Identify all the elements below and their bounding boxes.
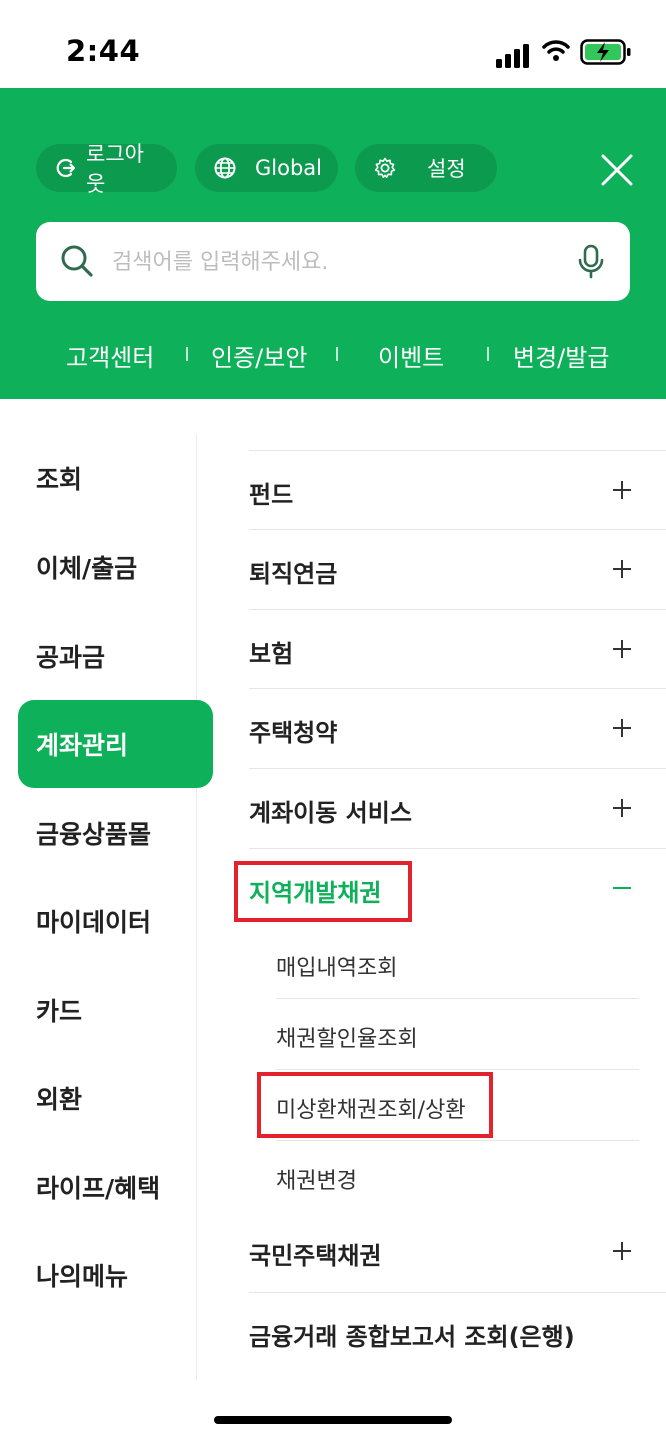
expand-plus-icon[interactable] [613,719,631,737]
status-time: 2:44 [66,34,141,68]
submenu-item-purchase-history[interactable]: 매입내역조회 [276,928,639,999]
settings-label: 설정 [427,157,466,181]
wifi-icon [542,40,570,61]
sidebar-item-life-benefits[interactable]: 라이프/혜택 [18,1143,213,1231]
menu-row-label: 퇴직연금 [249,560,338,588]
expand-plus-icon[interactable] [613,1242,631,1260]
menu-row-retirement-pension[interactable]: 퇴직연금 [249,529,666,608]
search-box[interactable] [36,222,630,301]
microphone-icon[interactable] [576,244,606,280]
sidebar-item-utility-bills[interactable]: 공과금 [18,612,213,700]
status-icons [496,38,632,68]
quick-link-divider [186,347,188,361]
status-bar: 2:44 [0,0,666,88]
quick-link-divider [336,347,338,361]
battery-charging-icon [580,39,631,65]
expand-plus-icon[interactable] [613,481,631,499]
category-sidebar: 조회 이체/출금 공과금 계좌관리 금융상품몰 마이데이터 카드 외환 라이프/… [0,434,213,1380]
menu-row-account-transfer-service[interactable]: 계좌이동 서비스 [249,768,666,847]
submenu-item-label: 채권변경 [276,1169,357,1194]
submenu-item-label: 미상환채권조회/상환 [276,1098,466,1123]
menu-row-regional-development-bond[interactable]: 지역개발채권 [249,848,666,927]
quick-link-divider [487,347,489,361]
global-button[interactable]: Global [195,144,338,192]
quick-link-event[interactable]: 이벤트 [378,338,444,373]
menu-row-label: 주택청약 [249,719,338,747]
quick-link-change-issue[interactable]: 변경/발급 [513,338,609,373]
collapse-minus-icon[interactable] [613,887,631,889]
signal-icon [496,38,532,68]
sidebar-item-inquiry[interactable]: 조회 [18,434,213,522]
settings-button[interactable]: 설정 [355,144,497,192]
menu-row-label: 지역개발채권 [249,879,382,907]
submenu-item-label: 채권할인율조회 [276,1027,418,1052]
search-input[interactable] [110,240,554,284]
global-label: Global [255,156,322,180]
search-icon [61,245,93,277]
globe-icon [214,157,236,179]
quick-links: 고객센터 인증/보안 이벤트 변경/발급 [0,328,666,378]
menu-row-label: 펀드 [249,481,294,509]
close-icon[interactable] [598,151,636,189]
sidebar-item-mydata[interactable]: 마이데이터 [18,877,213,965]
sidebar-item-account-management[interactable]: 계좌관리 [18,700,213,788]
menu-row-financial-report[interactable]: 금융거래 종합보고서 조회(은행) [249,1292,666,1371]
submenu-item-bond-change[interactable]: 채권변경 [276,1141,639,1212]
quick-link-customer-center[interactable]: 고객센터 [66,338,154,373]
expand-plus-icon[interactable] [613,560,631,578]
menu-row-label: 금융거래 종합보고서 조회(은행) [249,1323,575,1351]
submenu-item-label: 매입내역조회 [276,956,398,981]
home-indicator [214,1416,452,1424]
expand-plus-icon[interactable] [613,640,631,658]
submenu-item-unredeemed-bond-redemption[interactable]: 미상환채권조회/상환 [276,1070,639,1141]
menu-row-fund[interactable]: 펀드 [249,450,666,529]
expand-plus-icon[interactable] [613,799,631,817]
logout-button[interactable]: 로그아웃 [36,142,177,196]
sidebar-item-transfer[interactable]: 이체/출금 [18,523,213,611]
logout-label: 로그아웃 [86,142,144,196]
menu-row-insurance[interactable]: 보험 [249,609,666,688]
gear-icon [374,157,396,178]
sidebar-item-foreign-exchange[interactable]: 외환 [18,1054,213,1142]
quick-link-security[interactable]: 인증/보안 [211,338,307,373]
menu-row-housing-subscription[interactable]: 주택청약 [249,688,666,767]
menu-row-label: 국민주택채권 [249,1242,382,1270]
sidebar-item-my-menu[interactable]: 나의메뉴 [18,1231,213,1319]
sidebar-item-financial-products[interactable]: 금융상품몰 [18,789,213,877]
sidebar-item-card[interactable]: 카드 [18,966,213,1054]
menu-row-national-housing-bond[interactable]: 국민주택채권 [249,1212,666,1291]
menu-header: 로그아웃 Global 설정 고객센터 인증/보안 [0,88,666,399]
submenu-item-bond-discount-rate[interactable]: 채권할인율조회 [276,999,639,1070]
menu-row-label: 보험 [249,640,294,668]
menu-row-label: 계좌이동 서비스 [249,799,412,827]
logout-icon [56,158,76,178]
